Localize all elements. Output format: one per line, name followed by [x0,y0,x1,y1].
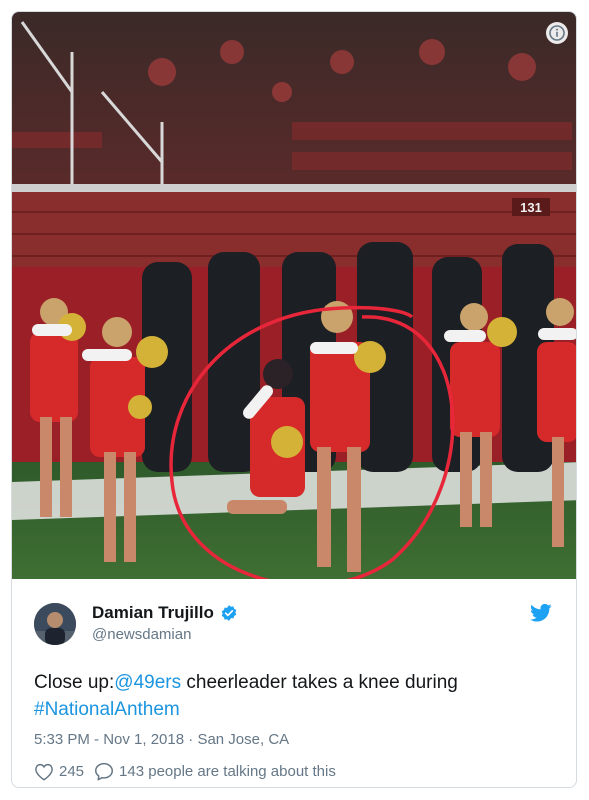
heart-icon [35,763,53,781]
tweet-actions: 245 143 people are talking about this [34,762,346,781]
stadium-photo: 131 [12,12,576,579]
tweet-photo[interactable]: 131 [12,12,576,579]
avatar[interactable] [34,603,76,645]
like-count: 245 [59,763,85,780]
hashtag-link[interactable]: #NationalAnthem [34,699,180,720]
tweet-text-prefix: Close up: [34,672,115,693]
tweet-text-mid: cheerleader takes a knee during [181,672,458,693]
author-handle[interactable]: @newsdamian [92,626,191,643]
author-row[interactable]: Damian Trujillo [92,603,238,623]
reply-bubble-icon [95,762,114,781]
info-icon[interactable] [546,22,568,44]
location-link[interactable]: San Jose, CA [197,731,289,748]
conversation-button[interactable]: 143 people are talking about this [94,762,336,781]
talking-count: 143 people are talking about this [119,763,336,780]
mention-link[interactable]: @49ers [114,672,181,693]
meta-separator: · [188,731,194,748]
twitter-bird-icon[interactable] [530,603,552,623]
tweet-card[interactable]: 131 Damian Trujillo @newsdamian Close up… [11,11,577,788]
section-sign: 131 [520,200,542,215]
timestamp-link[interactable]: 5:33 PM - Nov 1, 2018 [34,731,184,748]
like-button[interactable]: 245 [34,763,84,781]
author-name[interactable]: Damian Trujillo [92,603,214,623]
tweet-meta: 5:33 PM - Nov 1, 2018 · San Jose, CA [34,731,289,748]
tweet-text: Close up:@49ers cheerleader takes a knee… [34,669,554,723]
tweet-body: Damian Trujillo @newsdamian Close up:@49… [12,579,576,787]
verified-badge-icon [221,605,237,621]
